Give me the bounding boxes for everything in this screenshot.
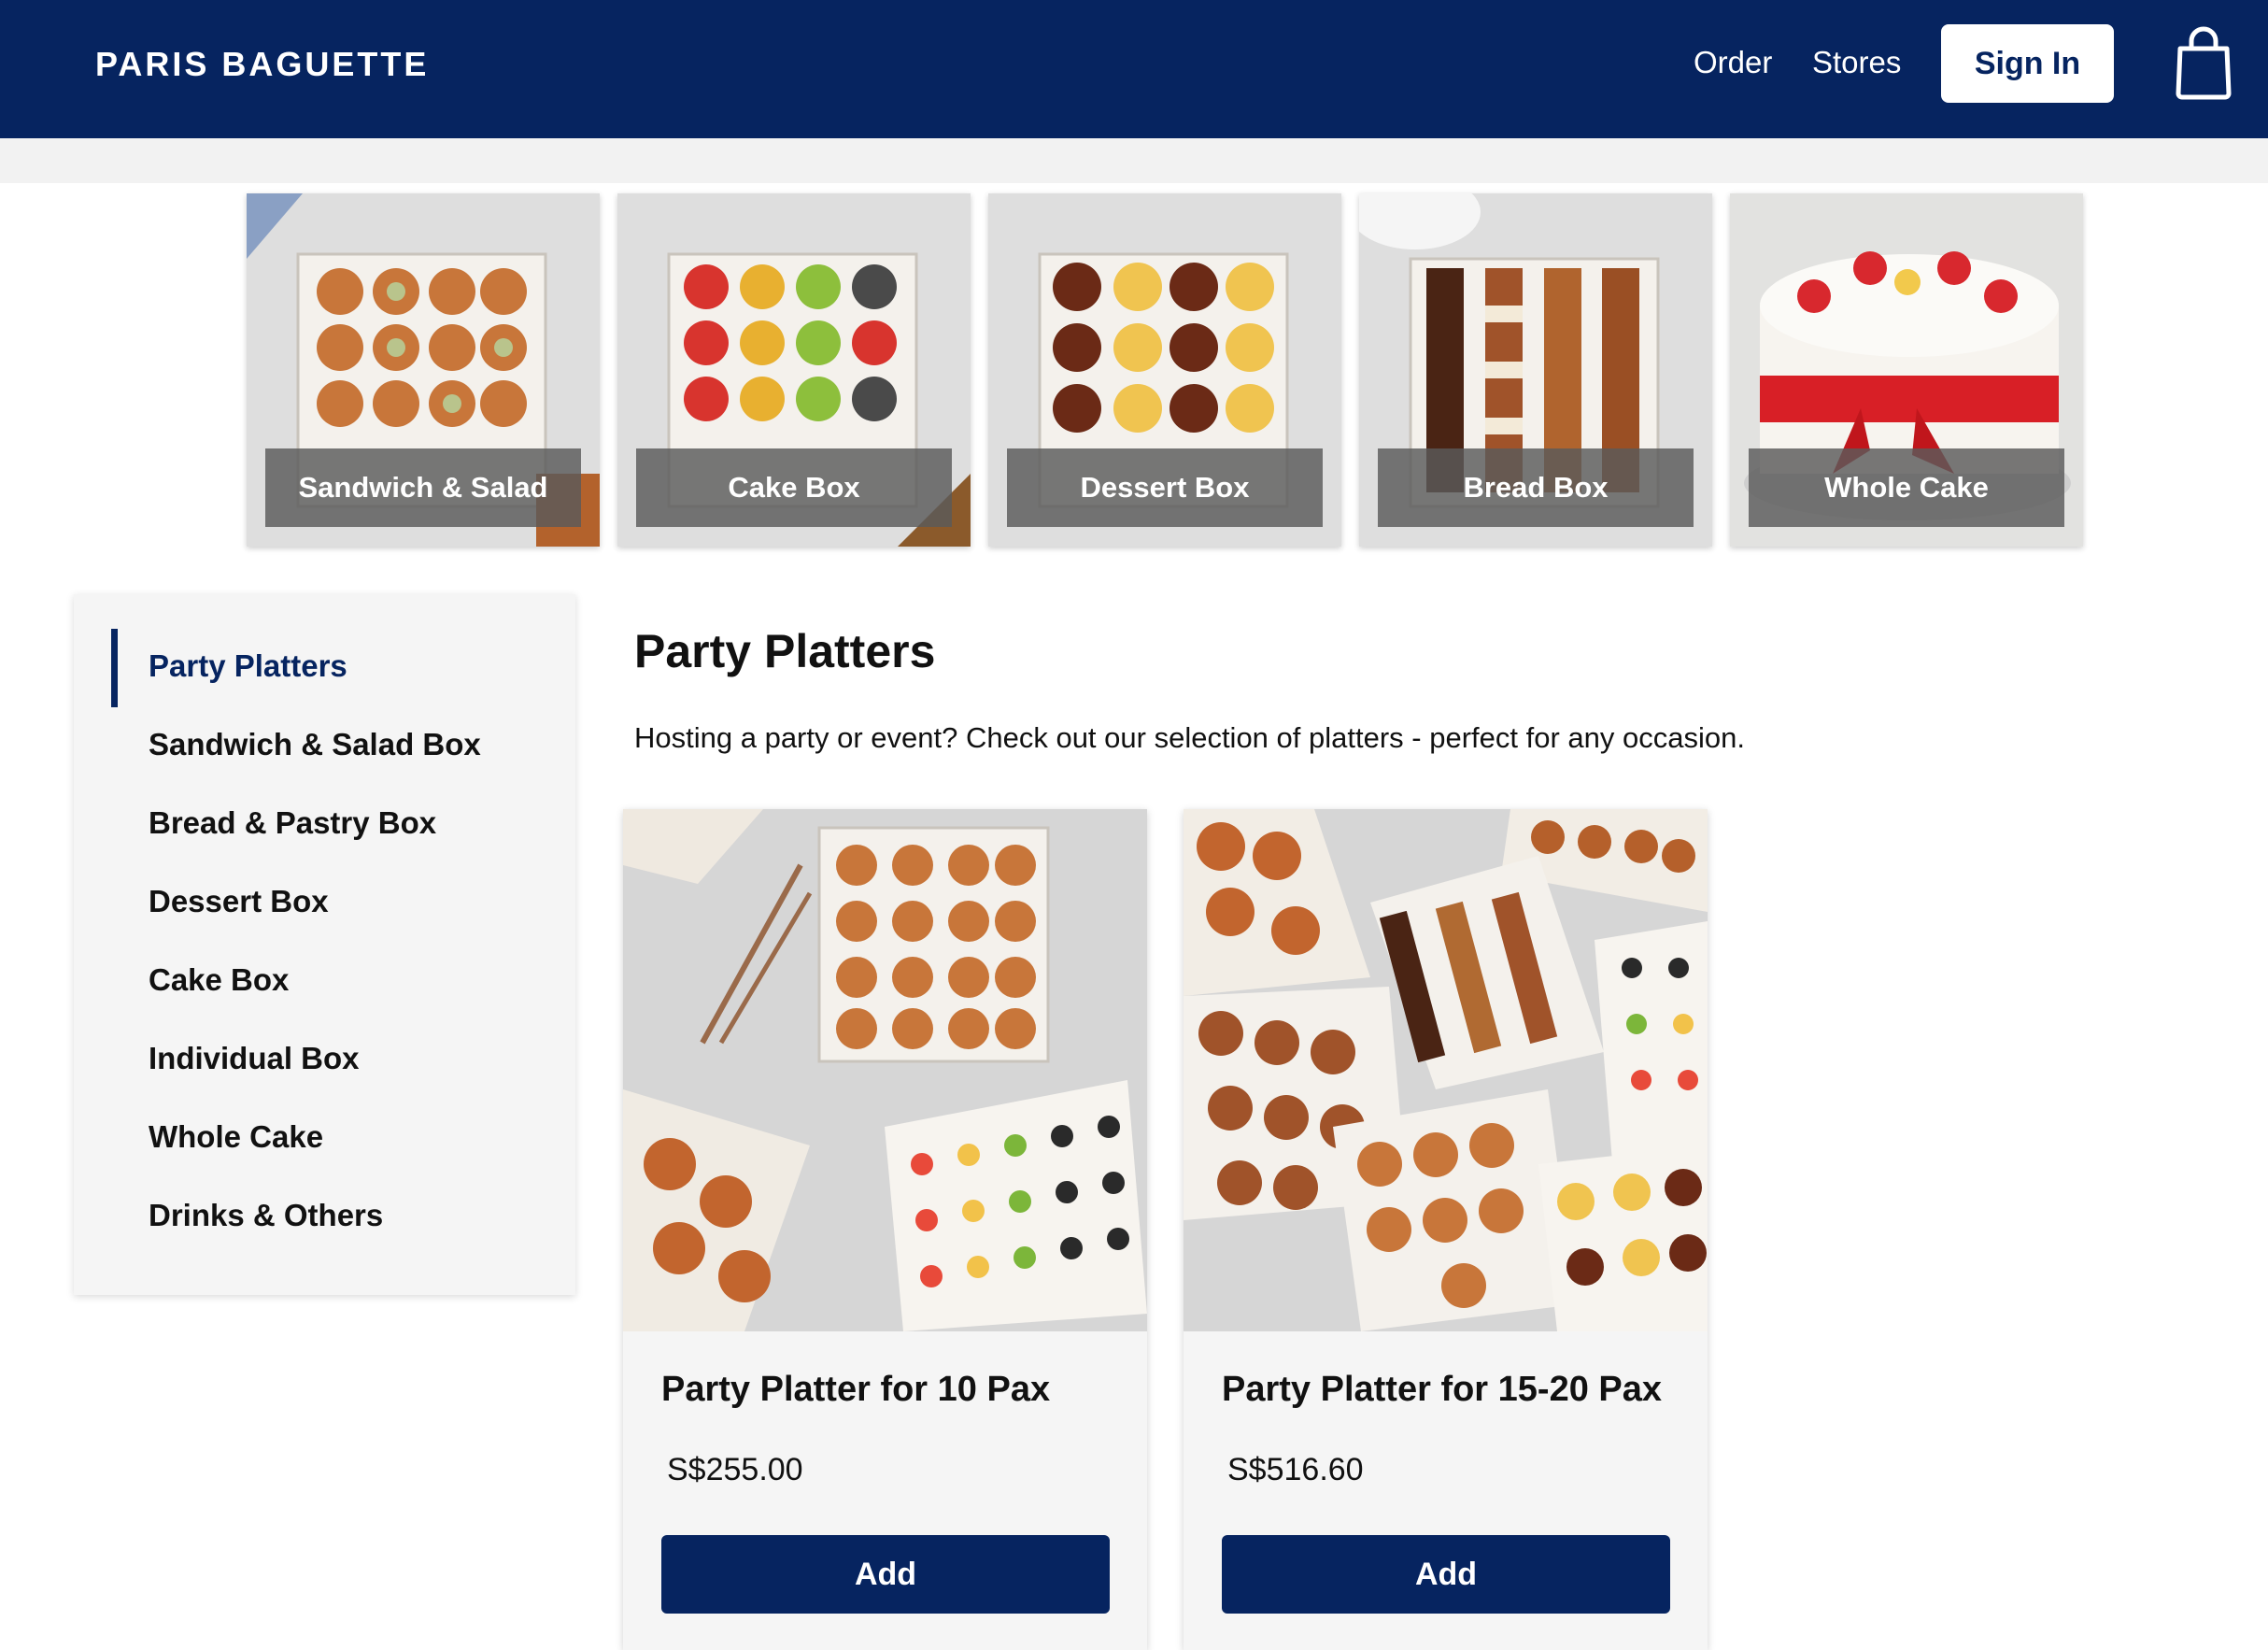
product-price: S$516.60: [1227, 1452, 1364, 1487]
page-subtitle: Hosting a party or event? Check out our …: [634, 721, 1745, 754]
sidebar-item-sandwich-salad-box[interactable]: Sandwich & Salad Box: [149, 727, 481, 762]
sign-in-button[interactable]: Sign In: [1941, 24, 2114, 103]
category-tile-whole-cake[interactable]: Whole Cake: [1730, 193, 2083, 547]
sidebar-item-cake-box[interactable]: Cake Box: [149, 962, 289, 998]
page-title: Party Platters: [634, 625, 936, 677]
product-name[interactable]: Party Platter for 10 Pax: [661, 1370, 1050, 1410]
shopping-bag-icon[interactable]: [2175, 26, 2233, 101]
product-image-party-platter-10[interactable]: [623, 809, 1147, 1331]
sidebar-item-drinks-others[interactable]: Drinks & Others: [149, 1198, 383, 1233]
category-tile-bread-box[interactable]: Bread Box: [1359, 193, 1712, 547]
sidebar-item-dessert-box[interactable]: Dessert Box: [149, 884, 329, 919]
tile-label: Cake Box: [636, 448, 952, 527]
product-price: S$255.00: [667, 1452, 803, 1487]
product-name[interactable]: Party Platter for 15-20 Pax: [1222, 1370, 1662, 1410]
tile-label: Bread Box: [1378, 448, 1694, 527]
product-image-party-platter-15-20[interactable]: [1184, 809, 1708, 1331]
tile-label: Sandwich & Salad: [265, 448, 581, 527]
banner-strip: [0, 138, 2268, 183]
active-indicator: [111, 629, 118, 707]
category-tile-dessert-box[interactable]: Dessert Box: [988, 193, 1341, 547]
sidebar-item-whole-cake[interactable]: Whole Cake: [149, 1119, 323, 1155]
tile-label: Dessert Box: [1007, 448, 1323, 527]
brand-logo[interactable]: PARIS BAGUETTE: [95, 45, 429, 84]
product-card: Party Platter for 15-20 Pax S$516.60 Add: [1184, 809, 1708, 1650]
product-card: Party Platter for 10 Pax S$255.00 Add: [623, 809, 1147, 1650]
sidebar-item-party-platters[interactable]: Party Platters: [149, 648, 347, 684]
nav-order-link[interactable]: Order: [1694, 45, 1772, 80]
sidebar-item-bread-pastry-box[interactable]: Bread & Pastry Box: [149, 805, 436, 841]
add-to-cart-button[interactable]: Add: [661, 1535, 1110, 1614]
category-tile-cake-box[interactable]: Cake Box: [617, 193, 971, 547]
tile-label: Whole Cake: [1749, 448, 2064, 527]
sidebar-item-individual-box[interactable]: Individual Box: [149, 1041, 360, 1076]
category-tile-sandwich-salad[interactable]: Sandwich & Salad: [247, 193, 600, 547]
category-sidebar: Party Platters Sandwich & Salad Box Brea…: [74, 594, 575, 1295]
top-header: PARIS BAGUETTE Order Stores Sign In: [0, 0, 2268, 138]
add-to-cart-button[interactable]: Add: [1222, 1535, 1670, 1614]
nav-stores-link[interactable]: Stores: [1812, 45, 1901, 80]
